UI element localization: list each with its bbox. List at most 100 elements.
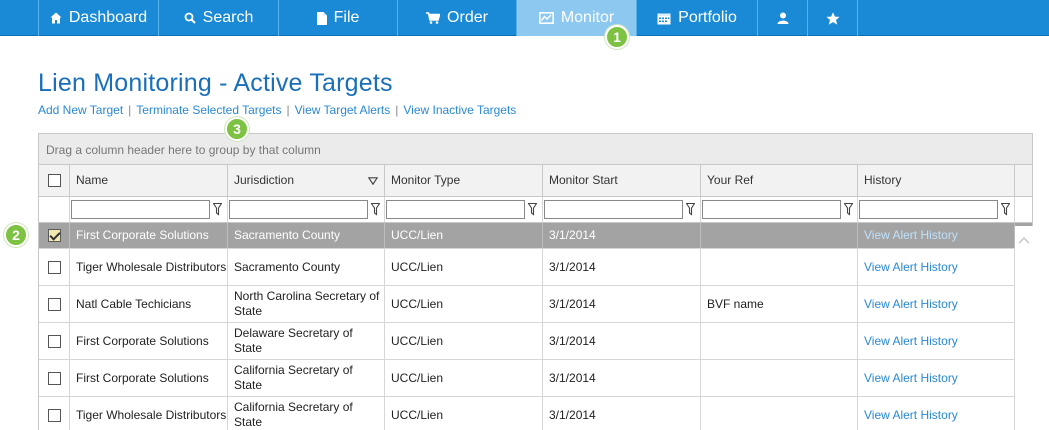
filter-row <box>39 197 1032 223</box>
separator: | <box>286 103 290 117</box>
nav-favorites[interactable] <box>808 0 858 36</box>
filter-input-jurisdiction[interactable] <box>229 200 368 219</box>
cell-your-ref <box>701 323 858 359</box>
filter-icon[interactable] <box>686 203 695 216</box>
cart-icon <box>426 12 441 24</box>
cell-monitor-start: 3/1/2014 <box>543 323 701 359</box>
star-icon <box>825 11 840 25</box>
cell-name: First Corporate Solutions <box>70 323 228 359</box>
select-all-cell <box>39 165 70 196</box>
separator: | <box>128 103 132 117</box>
cell-jurisdiction: California Secretary of State <box>228 397 385 430</box>
table-row-selected[interactable]: First Corporate Solutions Sacramento Cou… <box>39 223 1032 249</box>
row-checkbox[interactable] <box>47 371 61 385</box>
cell-history: View Alert History <box>858 323 1015 359</box>
top-nav: Dashboard Search File Order Monitor Port… <box>0 0 1049 36</box>
cell-monitor-start: 3/1/2014 <box>543 249 701 285</box>
nav-order-label: Order <box>447 9 488 26</box>
cell-monitor-start: 3/1/2014 <box>543 286 701 322</box>
step-badge-2: 2 <box>4 223 28 247</box>
column-header-monitor-start[interactable]: Monitor Start <box>543 165 701 196</box>
cell-jurisdiction: Sacramento County <box>228 223 385 248</box>
select-all-checkbox[interactable] <box>47 174 61 187</box>
cell-history: View Alert History <box>858 360 1015 396</box>
nav-file[interactable]: File <box>279 0 398 36</box>
row-select-cell <box>39 360 70 396</box>
cell-history: View Alert History <box>858 286 1015 322</box>
filter-icon[interactable] <box>371 203 380 216</box>
nav-dashboard-label: Dashboard <box>68 9 148 26</box>
filter-input-history[interactable] <box>859 200 998 219</box>
view-alert-history-link[interactable]: View Alert History <box>864 371 958 386</box>
grid-header: Name Jurisdiction Monitor Type Monitor S… <box>39 165 1032 197</box>
row-checkbox[interactable] <box>47 334 61 348</box>
filter-input-your-ref[interactable] <box>702 200 841 219</box>
nav-file-label: File <box>333 9 360 26</box>
group-by-panel[interactable]: Drag a column header here to group by th… <box>39 134 1032 165</box>
cell-your-ref <box>701 223 858 248</box>
home-icon <box>50 12 62 24</box>
terminate-selected-link[interactable]: Terminate Selected Targets <box>136 103 281 117</box>
column-header-jurisdiction[interactable]: Jurisdiction <box>228 165 385 196</box>
table-row[interactable]: Tiger Wholesale Distributors California … <box>39 397 1032 430</box>
cell-monitor-start: 3/1/2014 <box>543 223 701 248</box>
filter-spacer <box>39 197 70 222</box>
filter-input-monitor-type[interactable] <box>386 200 525 219</box>
view-alert-history-link[interactable]: View Alert History <box>864 297 958 312</box>
view-alert-history-link[interactable]: View Alert History <box>864 260 958 275</box>
cell-jurisdiction: California Secretary of State <box>228 360 385 396</box>
file-icon <box>316 11 327 25</box>
column-header-name[interactable]: Name <box>70 165 228 196</box>
cell-monitor-type: UCC/Lien <box>385 249 543 285</box>
filter-input-monitor-start[interactable] <box>544 200 683 219</box>
sort-descending-icon[interactable] <box>368 177 378 185</box>
cell-name: Natl Cable Techicians <box>70 286 228 322</box>
cell-name: First Corporate Solutions <box>70 360 228 396</box>
filter-icon[interactable] <box>844 203 853 216</box>
row-checkbox[interactable] <box>47 260 61 274</box>
nav-portfolio-label: Portfolio <box>678 9 737 26</box>
cell-monitor-start: 3/1/2014 <box>543 360 701 396</box>
view-inactive-targets-link[interactable]: View Inactive Targets <box>403 103 516 117</box>
cell-monitor-type: UCC/Lien <box>385 286 543 322</box>
cell-name: First Corporate Solutions <box>70 223 228 248</box>
filter-icon[interactable] <box>1001 203 1010 216</box>
cell-jurisdiction: Delaware Secretary of State <box>228 323 385 359</box>
nav-search[interactable]: Search <box>159 0 279 36</box>
table-row[interactable]: Natl Cable Techicians North Carolina Sec… <box>39 286 1032 323</box>
row-select-cell <box>39 286 70 322</box>
vertical-scrollbar[interactable] <box>1015 226 1033 430</box>
table-row[interactable]: Tiger Wholesale Distributors Sacramento … <box>39 249 1032 286</box>
column-header-your-ref[interactable]: Your Ref <box>701 165 858 196</box>
table-row[interactable]: First Corporate Solutions Delaware Secre… <box>39 323 1032 360</box>
nav-portfolio[interactable]: Portfolio <box>637 0 758 36</box>
add-new-target-link[interactable]: Add New Target <box>38 103 123 117</box>
nav-dashboard[interactable]: Dashboard <box>38 0 159 36</box>
row-select-cell <box>39 397 70 430</box>
row-select-cell <box>39 249 70 285</box>
row-select-cell <box>39 223 70 248</box>
column-header-jurisdiction-label: Jurisdiction <box>234 173 295 187</box>
column-header-history[interactable]: History <box>858 165 1015 196</box>
filter-icon[interactable] <box>213 203 222 216</box>
filter-input-name[interactable] <box>71 200 210 219</box>
filter-icon[interactable] <box>528 203 537 216</box>
row-checkbox[interactable] <box>47 297 61 311</box>
column-header-monitor-type[interactable]: Monitor Type <box>385 165 543 196</box>
view-alert-history-link[interactable]: View Alert History <box>864 408 958 423</box>
cell-your-ref <box>701 397 858 430</box>
view-target-alerts-link[interactable]: View Target Alerts <box>295 103 391 117</box>
view-alert-history-link[interactable]: View Alert History <box>864 228 958 243</box>
cell-monitor-type: UCC/Lien <box>385 223 543 248</box>
nav-user[interactable] <box>758 0 808 36</box>
nav-order[interactable]: Order <box>398 0 517 36</box>
row-checkbox[interactable] <box>47 408 61 422</box>
table-row[interactable]: First Corporate Solutions California Sec… <box>39 360 1032 397</box>
scroll-up-arrow-icon[interactable] <box>1018 236 1030 244</box>
step-badge-3: 3 <box>225 117 249 141</box>
cell-your-ref: BVF name <box>701 286 858 322</box>
view-alert-history-link[interactable]: View Alert History <box>864 334 958 349</box>
row-checkbox-checked[interactable] <box>47 229 61 242</box>
separator: | <box>395 103 399 117</box>
step-badge-1: 1 <box>605 25 629 49</box>
